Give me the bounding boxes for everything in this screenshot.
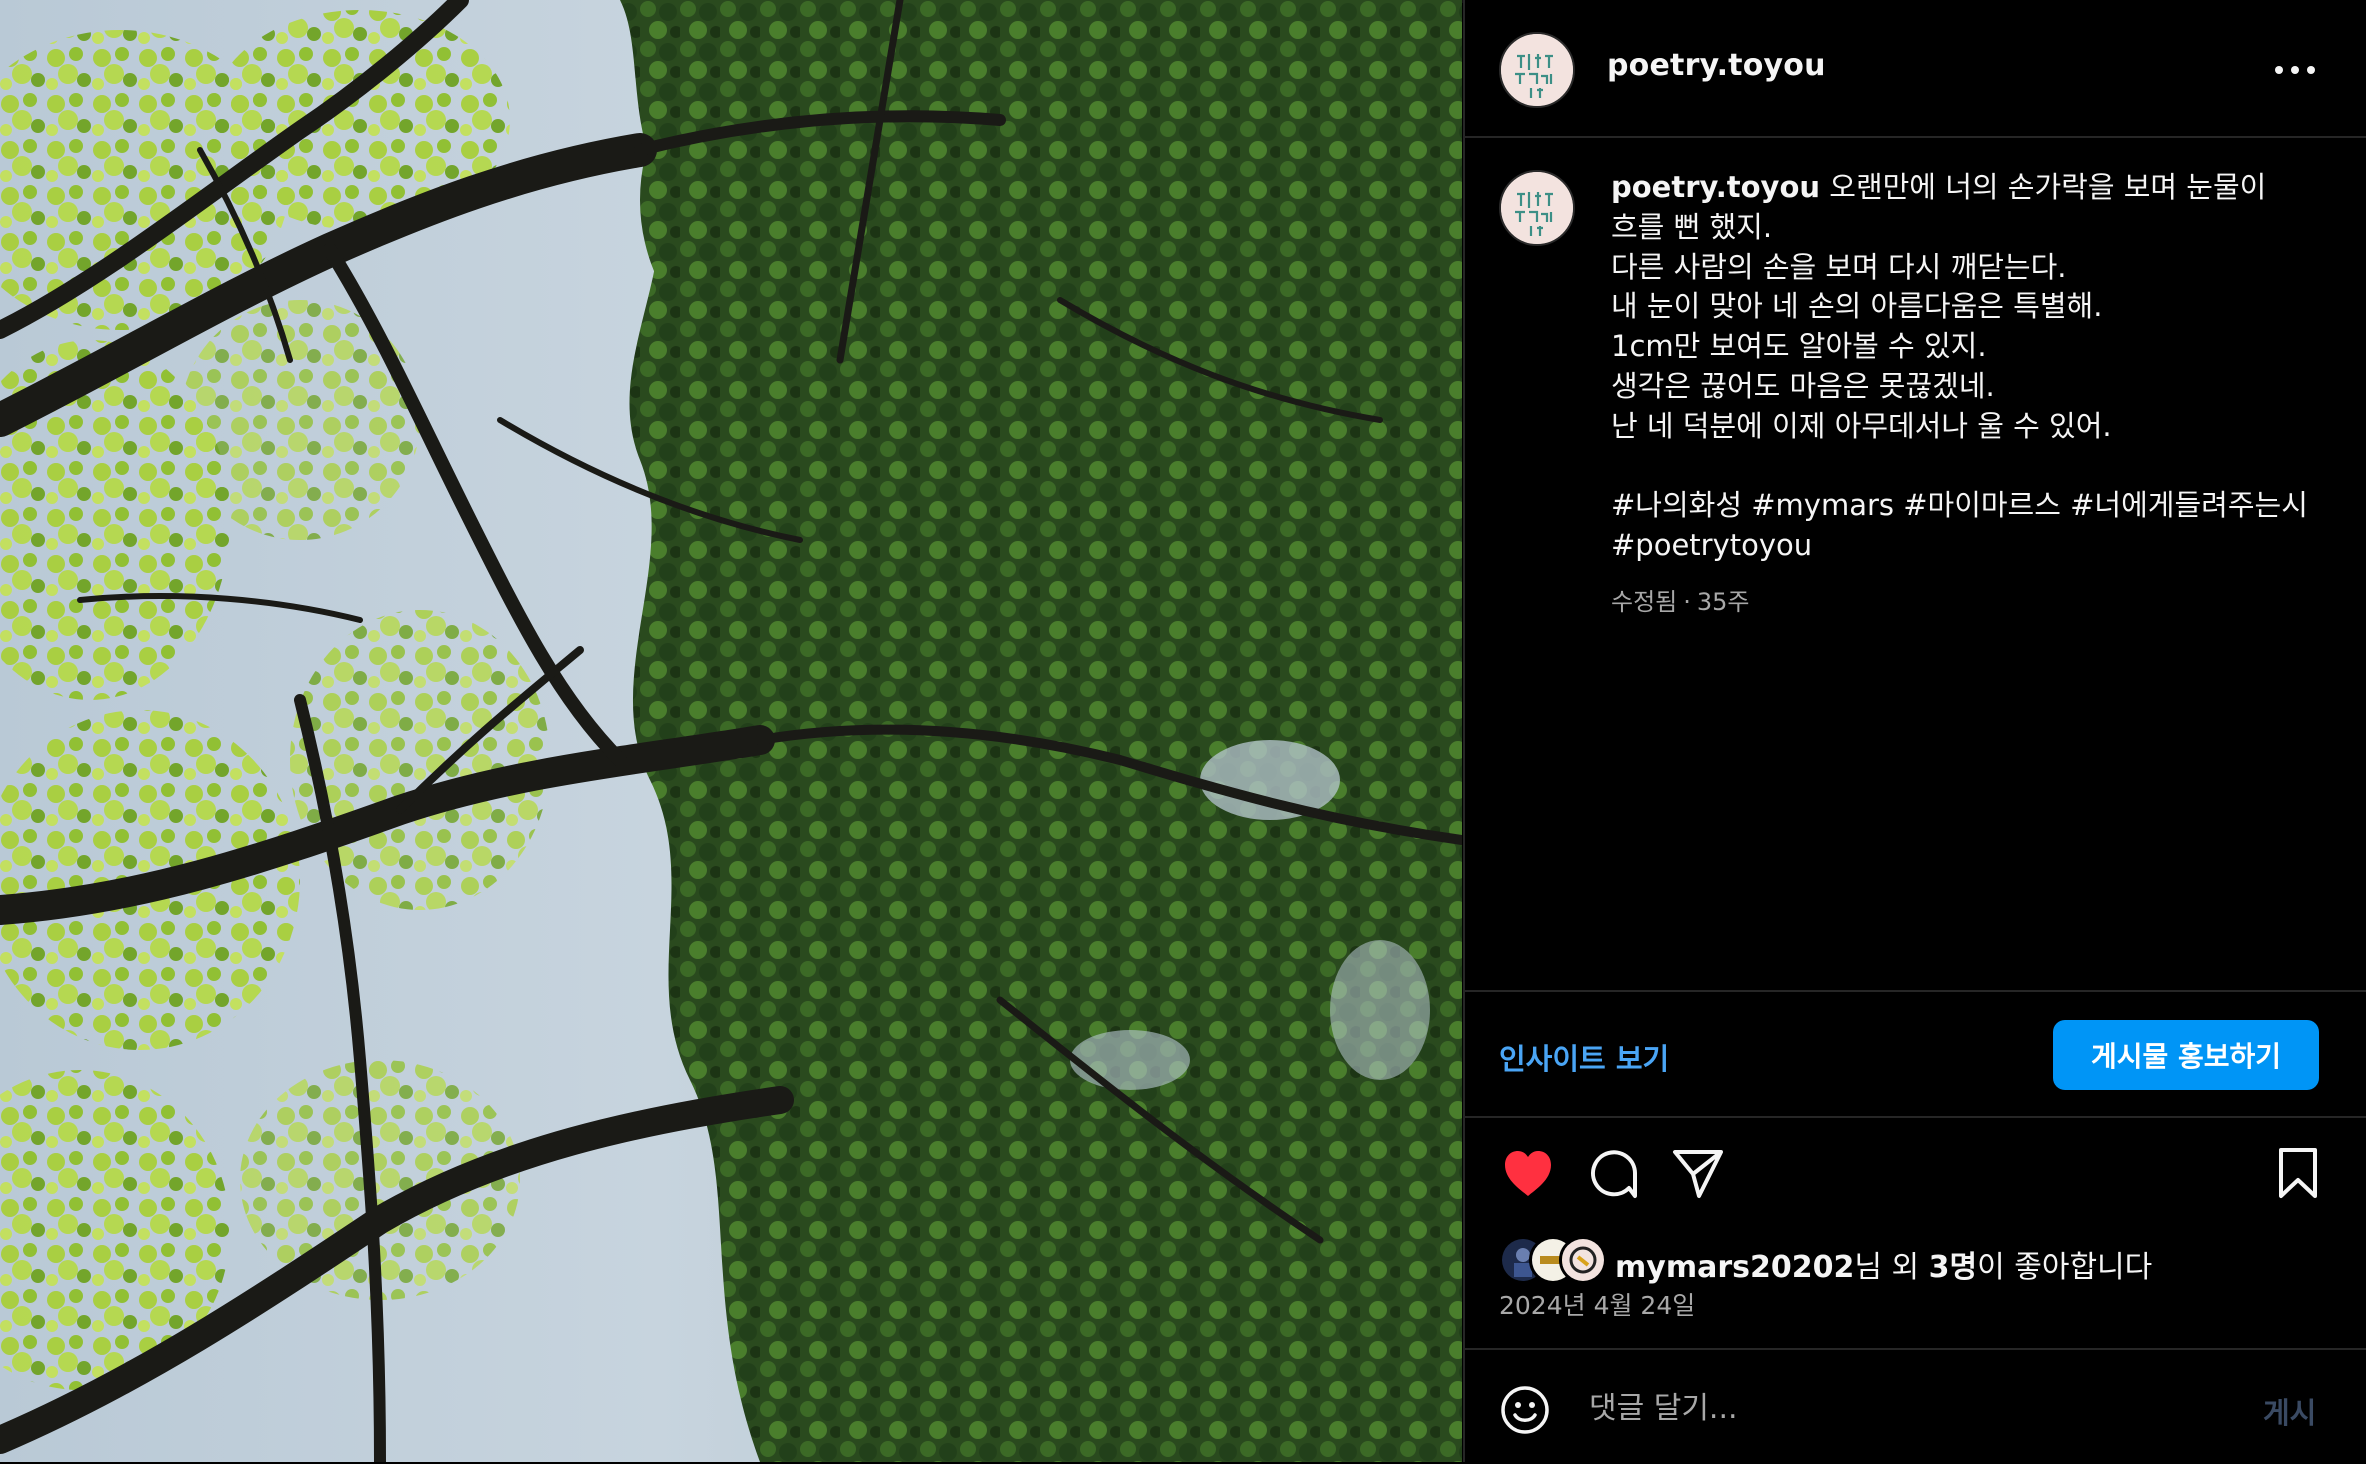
post-meta: 수정됨 · 35주 (1611, 582, 1750, 617)
liker-avatar[interactable] (1559, 1236, 1607, 1284)
bookmark-icon[interactable] (2269, 1144, 2327, 1202)
caption-username[interactable]: poetry.toyou (1611, 170, 1820, 204)
tree-canopy-photo (0, 0, 1462, 1462)
caption-body: 오랜만에 너의 손가락을 보며 눈물이 흐를 뻔 했지. 다른 사람의 손을 보… (1611, 170, 2308, 563)
avatar[interactable] (1499, 32, 1575, 108)
likes-others-count[interactable]: 3명 (1929, 1250, 1977, 1285)
post-comment-button[interactable]: 게시 (2263, 1390, 2316, 1432)
promote-post-button[interactable]: 게시물 홍보하기 (2053, 1020, 2319, 1090)
meta-separator: · (1683, 588, 1691, 616)
emoji-icon[interactable] (1499, 1384, 1551, 1436)
comment-input[interactable] (1587, 1382, 2151, 1434)
share-icon[interactable] (1669, 1144, 1727, 1202)
post-image[interactable] (0, 0, 1462, 1462)
caption-text: poetry.toyou 오랜만에 너의 손가락을 보며 눈물이 흐를 뻔 했지… (1611, 168, 2311, 566)
header-username[interactable]: poetry.toyou (1607, 48, 1826, 83)
likes-suffix-1: 님 외 (1854, 1250, 1929, 1285)
heart-icon[interactable] (1499, 1144, 1557, 1202)
profile-logo-icon (1501, 172, 1573, 244)
post-age[interactable]: 35주 (1697, 588, 1750, 616)
post-header: poetry.toyou (1465, 0, 2366, 138)
caption-avatar[interactable] (1499, 170, 1575, 246)
likes-suffix-2: 이 좋아합니다 (1977, 1250, 2153, 1285)
more-horizontal-icon[interactable] (2271, 56, 2319, 84)
profile-logo-icon (1501, 34, 1573, 106)
likes-row: mymars20202님 외 3명이 좋아합니다 (1499, 1234, 2359, 1286)
action-bar (1465, 1140, 2366, 1210)
insights-bar: 인사이트 보기 게시물 홍보하기 (1465, 990, 2366, 1118)
post-date[interactable]: 2024년 4월 24일 (1499, 1286, 1695, 1322)
view-insights-link[interactable]: 인사이트 보기 (1499, 1036, 1669, 1078)
likes-text[interactable]: mymars20202님 외 3명이 좋아합니다 (1615, 1242, 2152, 1286)
comment-bar: 게시 (1465, 1348, 2366, 1464)
caption-section: poetry.toyou 오랜만에 너의 손가락을 보며 눈물이 흐를 뻔 했지… (1465, 136, 2366, 989)
edited-label: 수정됨 (1611, 588, 1678, 616)
liked-by-username[interactable]: mymars20202 (1615, 1250, 1854, 1285)
comment-icon[interactable] (1585, 1144, 1643, 1202)
post-detail-panel: poetry.toyou poetry.toyou 오랜만에 너의 손가락을 보… (1463, 0, 2366, 1462)
